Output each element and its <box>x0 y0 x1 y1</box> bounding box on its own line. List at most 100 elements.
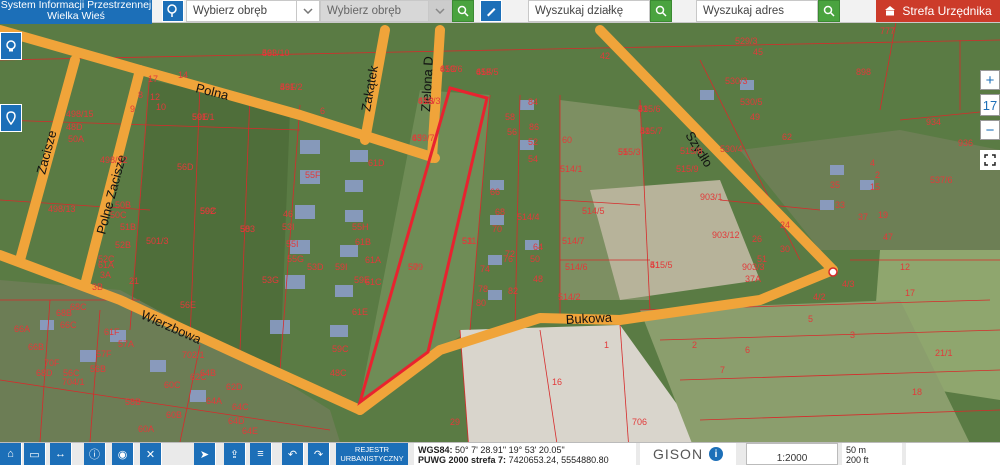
parcel-number-label: 3 <box>850 330 855 340</box>
dzialka-search-button[interactable] <box>650 0 672 22</box>
obreb-select-2[interactable]: Wybierz obręb <box>320 0 430 22</box>
parcel-number-label: 61B <box>418 96 434 106</box>
parcel-number-label: 898 <box>856 67 871 77</box>
share-button[interactable]: ⇪ <box>224 443 246 465</box>
dzialka-search-input[interactable]: Wyszukaj działkę <box>528 0 650 22</box>
fullscreen-icon <box>984 154 996 166</box>
parcel-number-label: 61E <box>352 307 368 317</box>
obreb-dropdown-1[interactable] <box>296 0 320 22</box>
bottom-toolbar: ⌂ ▭ ↔ ⓘ ◉ ✕ ➤ ⇪ ≡ ↶ ↷ REJESTR URBANISTYC… <box>0 442 1000 465</box>
app-title[interactable]: System Informacji Przestrzennej Wielka W… <box>0 0 152 24</box>
map-pin-icon <box>6 111 16 125</box>
lightbulb-icon <box>6 40 16 52</box>
building-icon <box>885 6 896 16</box>
address-search-button[interactable] <box>818 0 840 22</box>
parcel-number-label: 60 <box>562 135 572 145</box>
parcel-number-label: 903/12 <box>712 230 740 240</box>
parcel-number-label: 514/6 <box>565 262 588 272</box>
wgs-label: WGS84: <box>418 445 453 455</box>
parcel-number-label: 702/1 <box>182 350 205 360</box>
parcel-number-label: 2 <box>692 340 697 350</box>
parcel-number-label: 60A <box>138 424 154 434</box>
parcel-number-label: 530/3 <box>725 76 748 86</box>
parcel-number-label: 43 <box>638 104 648 114</box>
home-button[interactable]: ⌂ <box>0 443 22 465</box>
parcel-number-label: 66C <box>60 320 77 330</box>
parcel-number-label: 50 <box>530 254 540 264</box>
print-button[interactable]: ▭ <box>24 443 46 465</box>
rejestr-line1: REJESTR <box>354 445 390 454</box>
parcel-number-label: 53I <box>282 222 295 232</box>
map-canvas[interactable]: Polna Zakątek Zielona D Zacisze Polne Za… <box>0 0 1000 464</box>
parcel-number-label: 54 <box>528 154 538 164</box>
parcel-number-label: 78 <box>478 284 488 294</box>
parcel-number-label: 8 <box>138 90 143 100</box>
parcel-number-label: 18 <box>912 387 922 397</box>
parcel-number-label: 934 <box>926 117 941 127</box>
parcel-number-label: 24 <box>780 220 790 230</box>
layers-light-button[interactable] <box>0 32 22 60</box>
parcel-number-label: 514/7 <box>562 236 585 246</box>
arrow-icon: ➤ <box>199 448 210 461</box>
parcel-number-label: 66B <box>28 342 44 352</box>
parcel-number-label: 61B <box>355 237 371 247</box>
parcel-number-label: 61F <box>104 327 120 337</box>
obreb-dropdown-2[interactable] <box>428 0 452 22</box>
pin-tool-button[interactable]: ◉ <box>112 443 134 465</box>
search-icon <box>655 5 667 17</box>
back-button[interactable]: ↶ <box>282 443 304 465</box>
zoom-out-button[interactable]: − <box>980 120 1000 140</box>
parcel-number-label: 84 <box>528 97 538 107</box>
parcel-number-label: 55F <box>305 170 321 180</box>
parcel-number-label: 903/1 <box>700 192 723 202</box>
coordinates-readout: WGS84: 50° 7' 28.91" 19° 53' 20.05" PUWG… <box>414 443 636 465</box>
parcel-number-label: 5 <box>808 314 813 324</box>
scale-display[interactable]: 1:2000 <box>746 443 838 465</box>
search-icon <box>457 5 469 17</box>
address-search-input[interactable]: Wyszukaj adres <box>696 0 818 22</box>
parcel-number-label: 17 <box>905 288 915 298</box>
strefa-urzednika-button[interactable]: Strefa Urzędnika <box>876 0 1000 22</box>
parcel-number-label: 17 <box>148 74 158 84</box>
forward-button[interactable]: ↷ <box>308 443 330 465</box>
parcel-number-label: 21/1 <box>935 348 953 358</box>
parcel-number-label: 50C <box>110 210 127 220</box>
zoom-in-button[interactable]: + <box>980 70 1000 90</box>
parcel-number-label: 70F <box>44 358 60 368</box>
fullscreen-button[interactable] <box>980 150 1000 170</box>
location-search-icon <box>167 4 177 17</box>
map-pin-button[interactable] <box>0 104 22 132</box>
parcel-number-label: 63 <box>412 133 422 143</box>
parcel-number-label: 86 <box>529 122 539 132</box>
info-icon: ⓘ <box>89 449 100 461</box>
parcel-number-label: 530/4 <box>720 144 743 154</box>
parcel-number-label: 514/2 <box>558 292 581 302</box>
parcel-number-label: 29 <box>450 417 460 427</box>
legend-button[interactable]: ≡ <box>250 443 272 465</box>
select-tool-button[interactable]: ✕ <box>140 443 162 465</box>
measure-line-button[interactable]: ↔ <box>50 443 72 465</box>
parcel-number-label: 529/3 <box>735 36 758 46</box>
parcel-number-label: 19 <box>878 210 888 220</box>
parcel-number-label: 37A <box>745 274 761 284</box>
minus-icon: − <box>985 121 995 139</box>
search-by-location-button[interactable] <box>162 0 184 22</box>
rejestr-urbanistyczny-button[interactable]: REJESTR URBANISTYCZNY <box>336 443 408 465</box>
parcel-number-label: 55H <box>352 222 369 232</box>
parcel-number-label: 16 <box>552 377 562 387</box>
parcel-number-label: 12 <box>150 92 160 102</box>
parcel-number-label: 70 <box>492 224 502 234</box>
parcel-number-label: 501/3 <box>146 236 169 246</box>
pencil-icon <box>487 8 496 17</box>
navigate-button[interactable]: ➤ <box>194 443 216 465</box>
obreb-search-button[interactable] <box>452 0 474 22</box>
undo-icon: ↶ <box>287 448 298 461</box>
parcel-number-label: 57 <box>408 262 418 272</box>
about-icon[interactable]: i <box>709 447 724 461</box>
measure-tool-button[interactable] <box>480 0 502 22</box>
obreb-select-1[interactable]: Wybierz obręb <box>186 0 298 22</box>
parcel-number-label: 59I <box>335 262 348 272</box>
parcel-number-label: 60B <box>166 410 182 420</box>
parcel-number-label: 33 <box>835 200 845 210</box>
info-button[interactable]: ⓘ <box>84 443 106 465</box>
